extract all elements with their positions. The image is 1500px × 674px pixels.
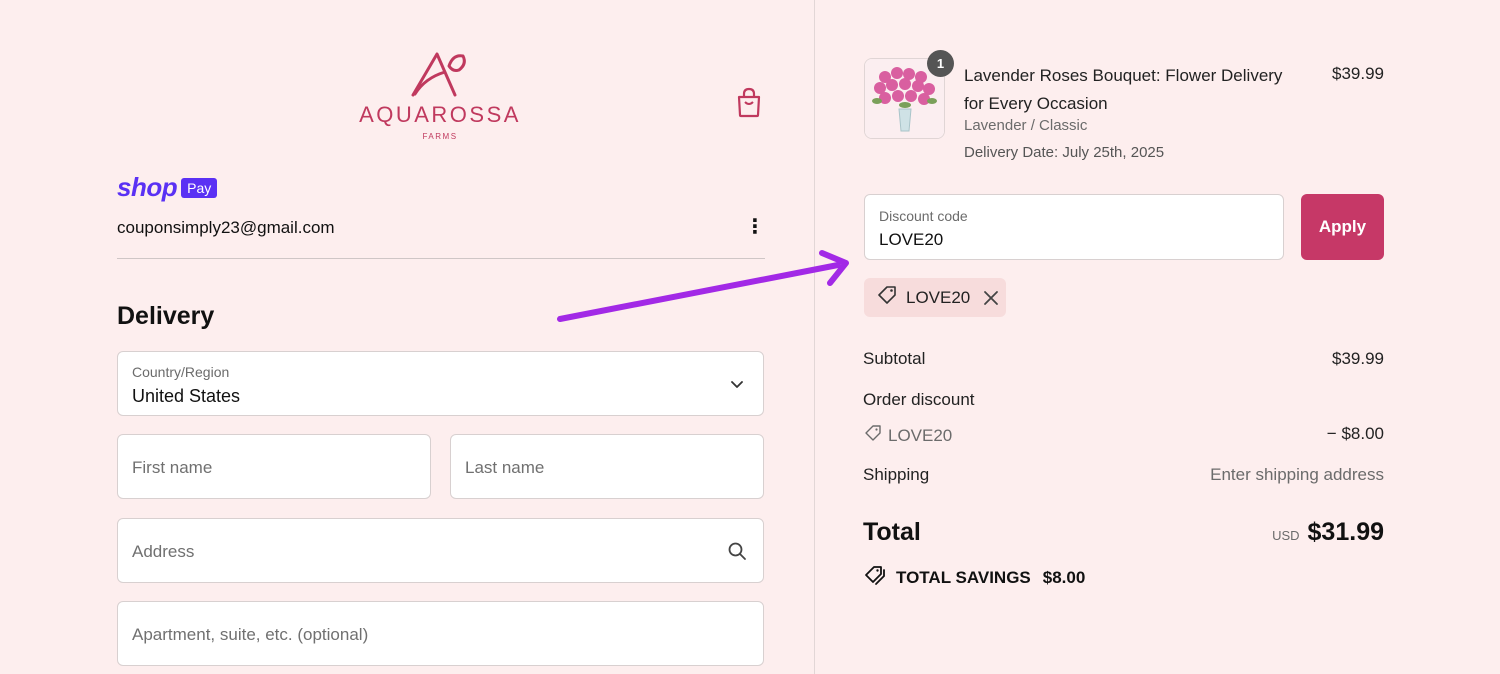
applied-code-text: LOVE20: [906, 287, 971, 307]
discount-code-label: Discount code: [879, 208, 968, 224]
brand-logo[interactable]: AQUAROSSA FARMS: [340, 50, 540, 141]
discount-code-row: LOVE20: [864, 424, 952, 447]
chevron-down-icon: [727, 374, 747, 394]
delivery-date: Delivery Date: July 25th, 2025: [964, 144, 1165, 161]
shop-pay-logo: shop Pay: [117, 172, 218, 203]
discount-amount: − $8.00: [1326, 424, 1384, 443]
brand-name: AQUAROSSA: [359, 102, 521, 127]
tag-icon: [864, 424, 882, 447]
account-email: couponsimply23@gmail.com: [117, 218, 335, 237]
order-discount-label: Order discount: [863, 390, 975, 409]
savings-label: TOTAL SAVINGS: [896, 567, 1031, 587]
tags-icon: [864, 564, 888, 591]
address-field[interactable]: Address: [117, 518, 764, 583]
apply-button[interactable]: Apply: [1301, 194, 1384, 260]
first-name-field[interactable]: First name: [117, 434, 431, 499]
search-icon[interactable]: [727, 541, 747, 561]
country-select[interactable]: Country/Region United States: [117, 351, 764, 416]
total-value: $31.99: [1307, 518, 1384, 546]
product-price: $39.99: [1332, 64, 1384, 83]
address-placeholder: Address: [132, 542, 195, 561]
total-amount-group: USD $31.99: [1272, 518, 1384, 547]
product-name: Lavender Roses Bouquet: Flower Delivery …: [964, 66, 1283, 113]
delivery-heading: Delivery: [117, 302, 215, 330]
kebab-menu-icon[interactable]: ⋮: [745, 215, 765, 239]
first-name-placeholder: First name: [132, 458, 213, 477]
total-savings: TOTAL SAVINGS $8.00: [864, 564, 1085, 591]
rose-logo-icon: [411, 52, 466, 97]
shopping-bag-icon[interactable]: [734, 86, 764, 118]
country-label: Country/Region: [132, 364, 230, 380]
applied-code-chip: LOVE20: [864, 278, 1006, 317]
subtotal-value: $39.99: [1332, 349, 1384, 368]
discount-code-name: LOVE20: [888, 425, 953, 445]
total-currency: USD: [1272, 528, 1300, 543]
apartment-placeholder: Apartment, suite, etc. (optional): [132, 625, 369, 644]
apartment-field[interactable]: Apartment, suite, etc. (optional): [117, 601, 764, 666]
arrow-annotation: [557, 250, 849, 322]
savings-value: $8.00: [1042, 567, 1086, 587]
quantity-badge: 1: [927, 50, 954, 77]
discount-code-field[interactable]: Discount code LOVE20: [864, 194, 1284, 260]
close-icon[interactable]: [982, 289, 1000, 307]
product-variant: Lavender / Classic: [964, 117, 1088, 134]
brand-subtitle: FARMS: [422, 132, 458, 141]
country-value: United States: [132, 386, 241, 406]
discount-code-value: LOVE20: [879, 230, 944, 249]
shipping-label: Shipping: [863, 465, 930, 484]
total-label: Total: [863, 518, 921, 546]
subtotal-label: Subtotal: [863, 349, 926, 368]
last-name-field[interactable]: Last name: [450, 434, 764, 499]
shipping-value: Enter shipping address: [1210, 465, 1384, 484]
tag-icon: [876, 284, 898, 311]
pay-badge: Pay: [181, 177, 218, 198]
last-name-placeholder: Last name: [465, 458, 545, 477]
shop-pay-wordmark: shop: [117, 172, 178, 202]
